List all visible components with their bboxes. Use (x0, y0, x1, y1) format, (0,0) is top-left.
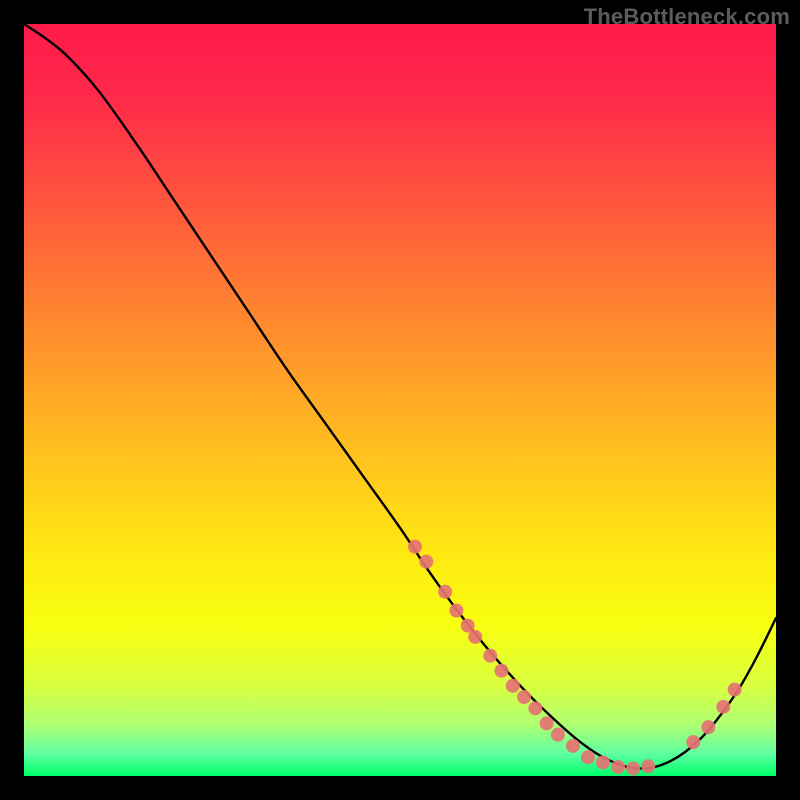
scatter-point (483, 649, 497, 663)
scatter-points (408, 540, 742, 776)
scatter-point (641, 759, 655, 773)
scatter-point (551, 728, 565, 742)
scatter-point (408, 540, 422, 554)
scatter-point (517, 690, 531, 704)
bottleneck-curve (24, 24, 776, 768)
scatter-point (626, 761, 640, 775)
scatter-point (438, 585, 452, 599)
scatter-point (468, 630, 482, 644)
scatter-point (686, 735, 700, 749)
scatter-point (495, 664, 509, 678)
scatter-point (596, 755, 610, 769)
scatter-point (566, 739, 580, 753)
scatter-point (728, 683, 742, 697)
scatter-point (528, 701, 542, 715)
scatter-point (611, 760, 625, 774)
scatter-point (449, 604, 463, 618)
chart-overlay (24, 24, 776, 776)
scatter-point (419, 555, 433, 569)
scatter-point (701, 720, 715, 734)
scatter-point (716, 700, 730, 714)
scatter-point (581, 750, 595, 764)
scatter-point (540, 716, 554, 730)
scatter-point (506, 679, 520, 693)
